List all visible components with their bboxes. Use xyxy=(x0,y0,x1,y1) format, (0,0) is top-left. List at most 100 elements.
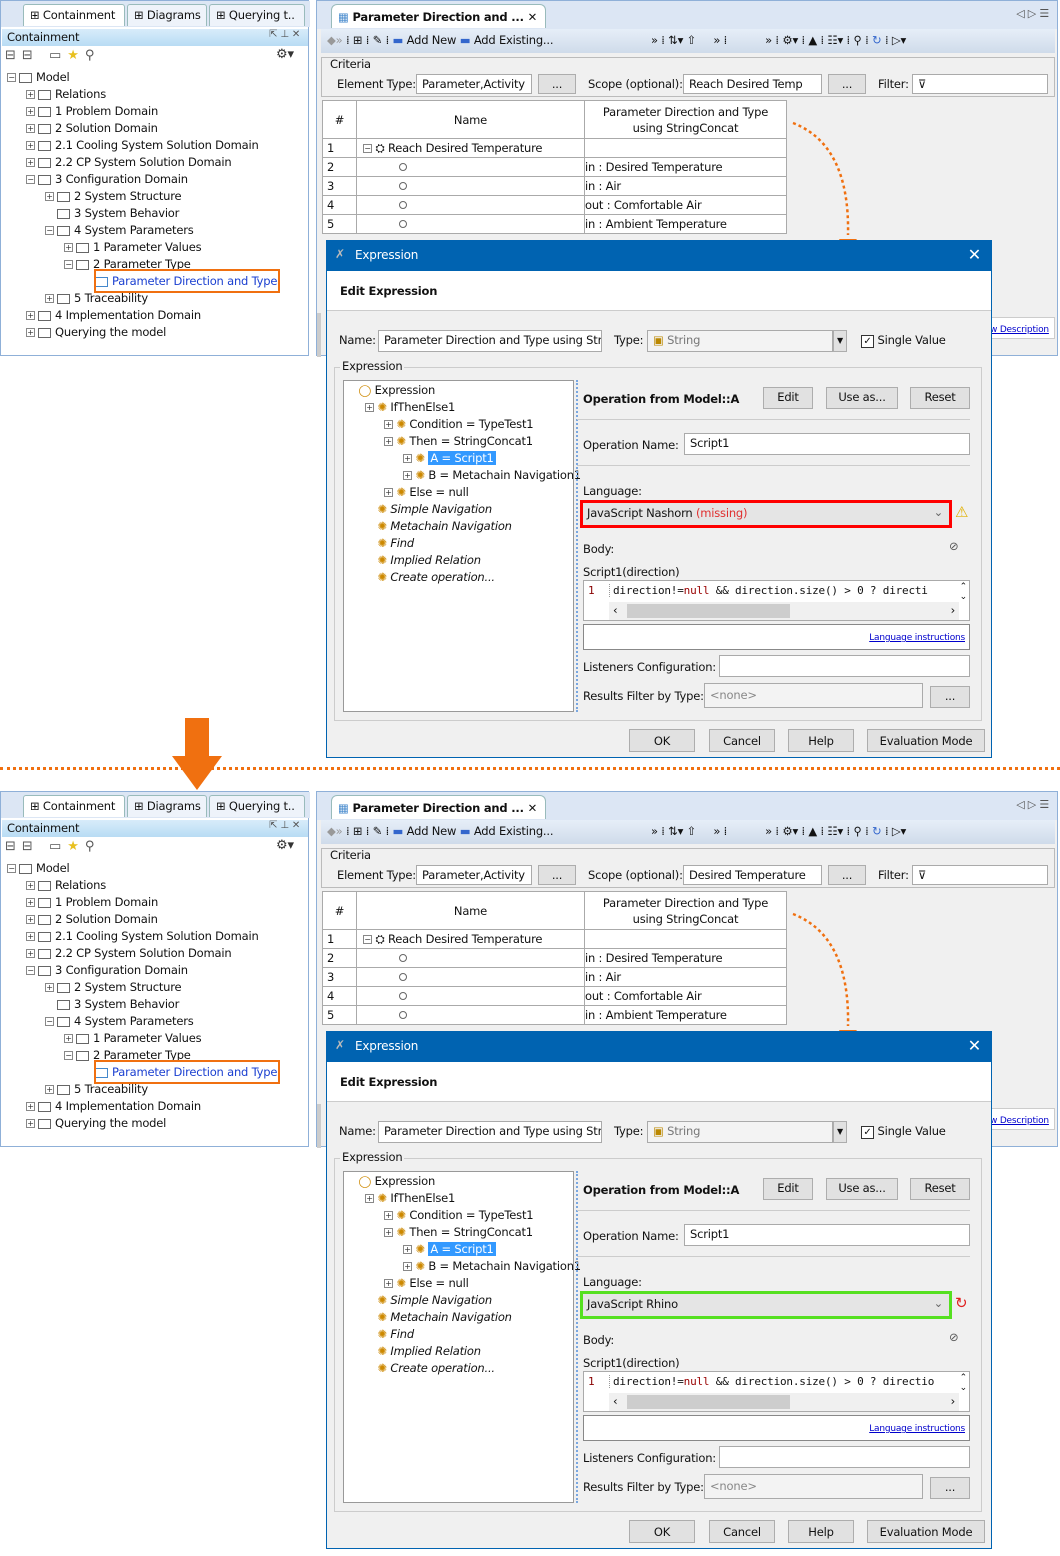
splitter[interactable] xyxy=(576,380,578,712)
reset-button[interactable]: Reset xyxy=(910,387,970,409)
tab-0[interactable]: ⊞ Containment xyxy=(23,4,125,26)
expander-icon[interactable]: − xyxy=(45,226,54,235)
scrollbar-thumb[interactable] xyxy=(627,1395,790,1409)
help-button[interactable]: Help xyxy=(788,1520,854,1543)
element-type-browse-button[interactable]: ... xyxy=(538,865,576,885)
language-dropdown[interactable]: JavaScript Rhino ⌄ xyxy=(580,1291,952,1319)
splitter[interactable] xyxy=(576,1171,578,1503)
element-type-field[interactable]: Parameter,Activity xyxy=(416,74,532,94)
expression-tree-item[interactable]: ✺ Find xyxy=(365,535,414,552)
expander-icon[interactable]: + xyxy=(45,1085,54,1094)
scope-browse-button[interactable]: ... xyxy=(828,865,866,885)
operation-name-field[interactable]: Script1 xyxy=(684,1224,970,1246)
table-row[interactable]: 4 out : Comfortable Air xyxy=(322,986,787,1006)
expander-icon[interactable]: + xyxy=(26,311,35,320)
collapse-icon[interactable]: ⊟ xyxy=(5,839,22,854)
expander-icon[interactable]: + xyxy=(403,471,412,480)
vertical-scroll-arrows[interactable]: ⌃ ⌄ xyxy=(960,582,968,602)
expander-icon[interactable]: + xyxy=(403,1245,412,1254)
column-header-name[interactable]: Name xyxy=(356,100,585,139)
expander-icon[interactable]: + xyxy=(45,294,54,303)
table-row[interactable]: 1− ⛭ Reach Desired Temperature xyxy=(322,138,787,158)
tab-1[interactable]: ⊞ Diagrams xyxy=(127,4,207,26)
tree-item[interactable]: +2 Solution Domain xyxy=(26,120,158,137)
expander-icon[interactable]: − xyxy=(45,1017,54,1026)
code-editor[interactable]: 1 direction!=null && direction.size() > … xyxy=(583,1371,970,1412)
expression-tree-item[interactable]: + ✺ Condition = TypeTest1 xyxy=(384,1207,534,1224)
expander-icon[interactable]: + xyxy=(384,1211,393,1220)
expander-icon[interactable]: + xyxy=(26,1102,35,1111)
description-link[interactable]: w Description xyxy=(989,317,1055,339)
ok-button[interactable]: OK xyxy=(629,1520,695,1543)
edit-icon[interactable]: ✎ xyxy=(373,33,383,47)
operation-name-field[interactable]: Script1 xyxy=(684,433,970,455)
horizontal-scrollbar[interactable]: ‹ › xyxy=(609,602,959,620)
folder-icon[interactable]: ▭ xyxy=(49,48,67,63)
add-existing-button[interactable]: ▬ Add Existing... xyxy=(460,824,554,838)
expander-icon[interactable]: + xyxy=(384,420,393,429)
vertical-scroll-arrows[interactable]: ⌃ ⌄ xyxy=(960,1373,968,1393)
tree-item[interactable]: +2.2 CP System Solution Domain xyxy=(26,154,232,171)
expression-tree-item[interactable]: ✺ Find xyxy=(365,1326,414,1343)
table-row[interactable]: 2 in : Desired Temperature xyxy=(322,157,787,177)
cancel-button[interactable]: Cancel xyxy=(709,729,775,752)
horizontal-scrollbar[interactable]: ‹ › xyxy=(609,1393,959,1411)
expander-icon[interactable]: + xyxy=(365,1194,374,1203)
add-existing-button[interactable]: ▬ Add Existing... xyxy=(460,33,554,47)
table-row[interactable]: 3 in : Air xyxy=(322,967,787,987)
back-icon[interactable]: ◆» xyxy=(327,33,343,47)
expression-tree-item[interactable]: ✺ Simple Navigation xyxy=(365,501,492,518)
filter-field[interactable]: ⊽ xyxy=(912,865,1048,885)
close-icon[interactable]: ✕ xyxy=(528,10,538,24)
tree-item[interactable]: +2.1 Cooling System Solution Domain xyxy=(26,137,259,154)
single-value-checkbox[interactable]: ✓ Single Value xyxy=(861,1124,946,1139)
evaluation-mode-button[interactable]: Evaluation Mode xyxy=(867,729,985,752)
panel-controls-icon[interactable]: ⇱ ⊥ ✕ xyxy=(269,820,300,831)
tab-2[interactable]: ⊞ Querying t.. xyxy=(209,4,305,26)
expander-icon[interactable]: − xyxy=(26,175,35,184)
type-dropdown-button[interactable]: ▼ xyxy=(833,330,847,352)
expander-icon[interactable]: + xyxy=(26,898,35,907)
close-icon[interactable]: ✕ xyxy=(968,245,981,264)
tree-item[interactable]: +2 System Structure xyxy=(45,188,182,205)
expression-tree-item[interactable]: + ✺ A = Script1 xyxy=(403,1241,496,1258)
table-row[interactable]: 5 in : Ambient Temperature xyxy=(322,214,787,234)
expander-icon[interactable]: + xyxy=(384,1279,393,1288)
table-row[interactable]: 5 in : Ambient Temperature xyxy=(322,1005,787,1025)
expression-tree-item[interactable]: ✺ Implied Relation xyxy=(365,1343,481,1360)
element-type-browse-button[interactable]: ... xyxy=(538,74,576,94)
tab-1[interactable]: ⊞ Diagrams xyxy=(127,795,207,817)
name-field[interactable]: Parameter Direction and Type using Strin… xyxy=(378,330,602,352)
tree-item[interactable]: +2.1 Cooling System Solution Domain xyxy=(26,928,259,945)
tab-nav-icons[interactable]: ◁ ▷ ☰ xyxy=(1016,798,1049,811)
expression-tree-item[interactable]: + ✺ Else = null xyxy=(384,1275,469,1292)
tree-item[interactable]: − Model xyxy=(7,860,70,877)
table-row[interactable]: 4 out : Comfortable Air xyxy=(322,195,787,215)
expression-tree-item[interactable]: ✺ Implied Relation xyxy=(365,552,481,569)
column-header-direction[interactable]: Parameter Direction and Type using Strin… xyxy=(584,100,787,139)
expander-icon[interactable]: + xyxy=(384,437,393,446)
use-as-button[interactable]: Use as... xyxy=(826,387,898,409)
close-icon[interactable]: ✕ xyxy=(968,1036,981,1055)
expander-icon[interactable]: + xyxy=(403,454,412,463)
expander-icon[interactable]: + xyxy=(365,403,374,412)
language-instructions-link[interactable]: Language instructions xyxy=(869,633,965,643)
tree-item[interactable]: +1 Problem Domain xyxy=(26,103,158,120)
tree-icon[interactable]: ⊞ xyxy=(353,824,363,838)
expression-tree-item[interactable]: + ✺ A = Script1 xyxy=(403,450,496,467)
expander-icon[interactable]: + xyxy=(26,107,35,116)
scroll-right-icon[interactable]: › xyxy=(951,603,956,617)
tree-icon[interactable]: ⊞ xyxy=(353,33,363,47)
expander-icon[interactable]: + xyxy=(64,1034,73,1043)
table-row[interactable]: 2 in : Desired Temperature xyxy=(322,948,787,968)
evaluation-mode-button[interactable]: Evaluation Mode xyxy=(867,1520,985,1543)
scope-field[interactable]: Reach Desired Temp xyxy=(683,74,822,94)
tree-item[interactable]: 3 System Behavior xyxy=(45,205,179,222)
add-new-button[interactable]: ▬ Add New xyxy=(392,33,456,47)
expander-icon[interactable]: − xyxy=(363,934,372,944)
collapse-icon[interactable]: ⊟ xyxy=(5,48,22,63)
expander-icon[interactable]: + xyxy=(45,192,54,201)
expander-icon[interactable]: + xyxy=(403,1262,412,1271)
tree-item[interactable]: +4 Implementation Domain xyxy=(26,1098,201,1115)
expander-icon[interactable]: − xyxy=(64,1051,73,1060)
